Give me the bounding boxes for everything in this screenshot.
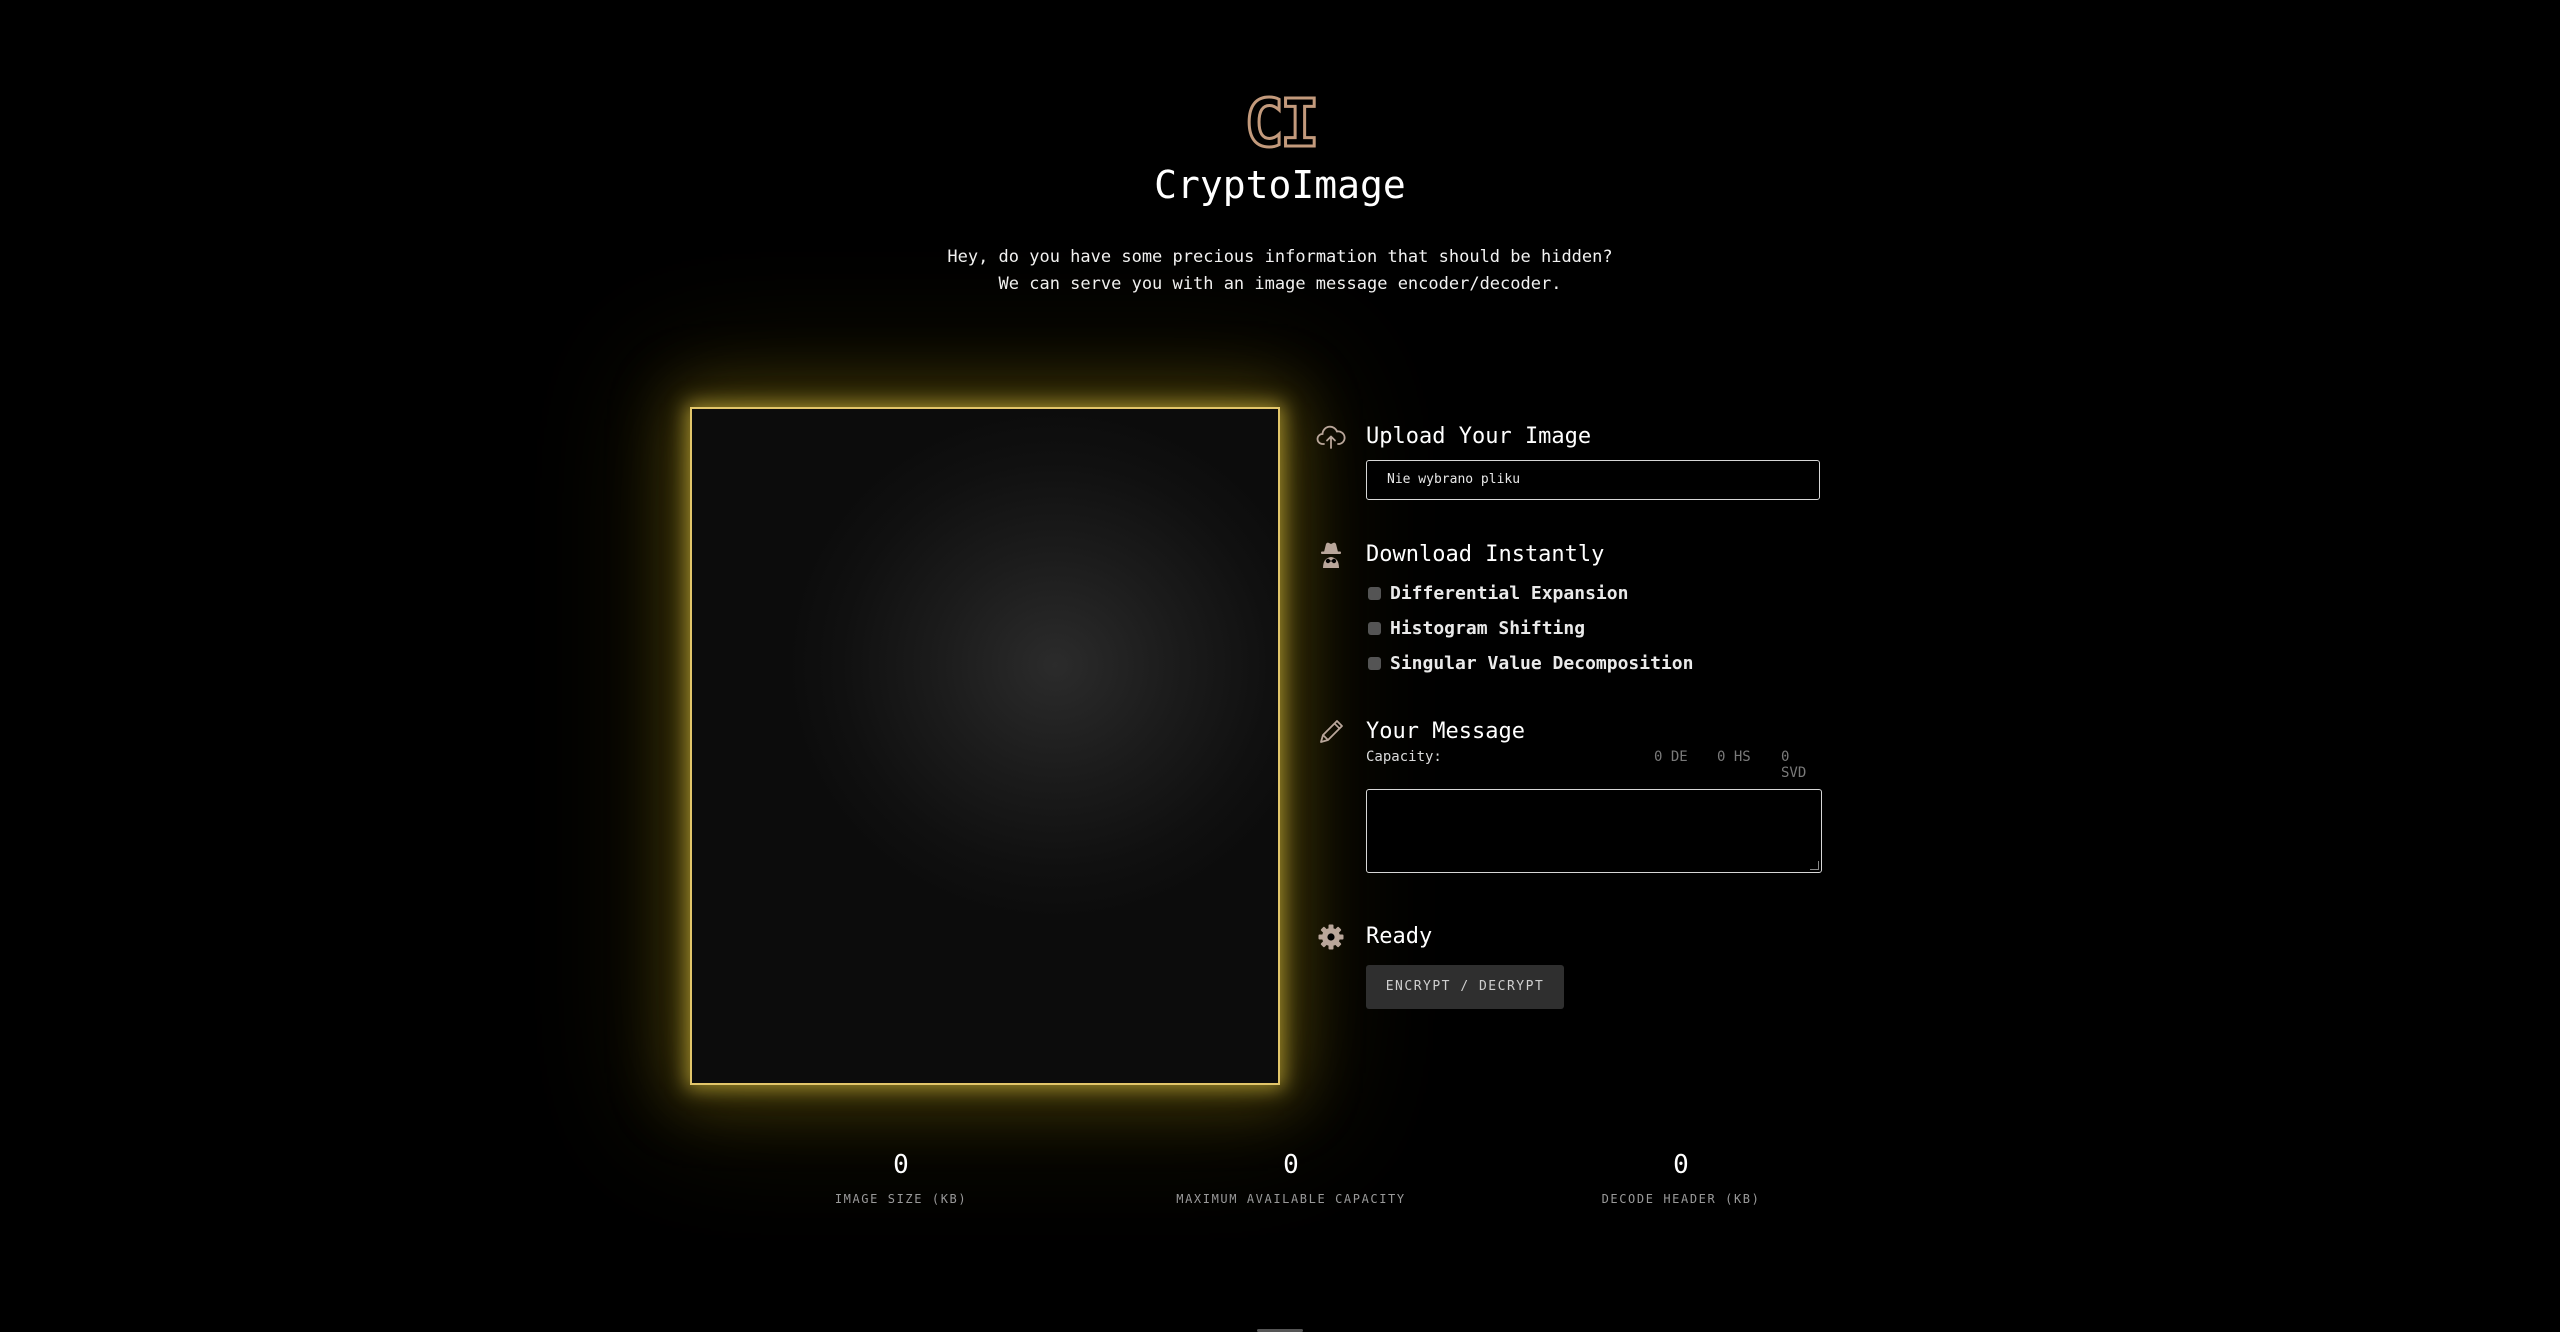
logo-text: CI (1243, 85, 1322, 162)
capacity-row: Capacity: 0 DE 0 HS 0 SVD (1366, 749, 1820, 781)
app-title: CryptoImage (1154, 163, 1406, 207)
message-title: Your Message (1366, 719, 1525, 744)
app-subtitle: Hey, do you have some precious informati… (0, 244, 2560, 298)
stat-label: IMAGE SIZE (KB) (834, 1192, 968, 1206)
file-input[interactable]: Nie wybrano pliku (1366, 460, 1820, 500)
download-title: Download Instantly (1366, 542, 1605, 567)
option-singular-value-decomposition[interactable]: Singular Value Decomposition (1366, 650, 1693, 676)
stat-value: 0 (1283, 1150, 1299, 1180)
checkbox-differential-expansion[interactable] (1368, 586, 1381, 600)
stat-value: 0 (1673, 1150, 1689, 1180)
stat-value: 0 (893, 1150, 909, 1180)
option-label: Singular Value Decomposition (1390, 652, 1694, 674)
image-preview (690, 407, 1280, 1085)
subtitle-line-1: Hey, do you have some precious informati… (947, 247, 1613, 267)
message-textarea[interactable] (1366, 789, 1822, 873)
capacity-hs: 0 HS (1717, 749, 1751, 765)
stat-label: MAXIMUM AVAILABLE CAPACITY (1176, 1192, 1406, 1206)
cloud-upload-icon (1316, 422, 1346, 452)
status-title: Ready (1366, 924, 1433, 949)
file-input-status: Nie wybrano pliku (1387, 472, 1521, 487)
stat-decode-header: 0 DECODE HEADER (KB) (1531, 1148, 1831, 1206)
logo: CI (1240, 85, 1322, 162)
option-histogram-shifting[interactable]: Histogram Shifting (1366, 615, 1585, 641)
page: CI CryptoImage Hey, do you have some pre… (0, 0, 2560, 1332)
stat-label: DECODE HEADER (KB) (1601, 1192, 1761, 1206)
option-label: Differential Expansion (1390, 582, 1629, 604)
capacity-de: 0 DE (1654, 749, 1688, 765)
encrypt-decrypt-button[interactable]: ENCRYPT / DECRYPT (1366, 965, 1564, 1009)
capacity-label: Capacity: (1366, 749, 1442, 765)
subtitle-line-2: We can serve you with an image message e… (998, 274, 1562, 294)
option-label: Histogram Shifting (1390, 617, 1586, 639)
resize-grip[interactable] (1810, 861, 1819, 870)
pencil-icon (1316, 717, 1346, 747)
upload-title: Upload Your Image (1366, 424, 1592, 449)
checkbox-histogram-shifting[interactable] (1368, 621, 1381, 635)
option-differential-expansion[interactable]: Differential Expansion (1366, 580, 1628, 606)
capacity-svd: 0 SVD (1781, 749, 1807, 781)
stat-image-size: 0 IMAGE SIZE (KB) (751, 1148, 1051, 1206)
stat-max-capacity: 0 MAXIMUM AVAILABLE CAPACITY (1141, 1148, 1441, 1206)
checkbox-singular-value-decomposition[interactable] (1368, 656, 1381, 670)
incognito-icon (1316, 540, 1346, 570)
gear-icon (1316, 922, 1346, 952)
